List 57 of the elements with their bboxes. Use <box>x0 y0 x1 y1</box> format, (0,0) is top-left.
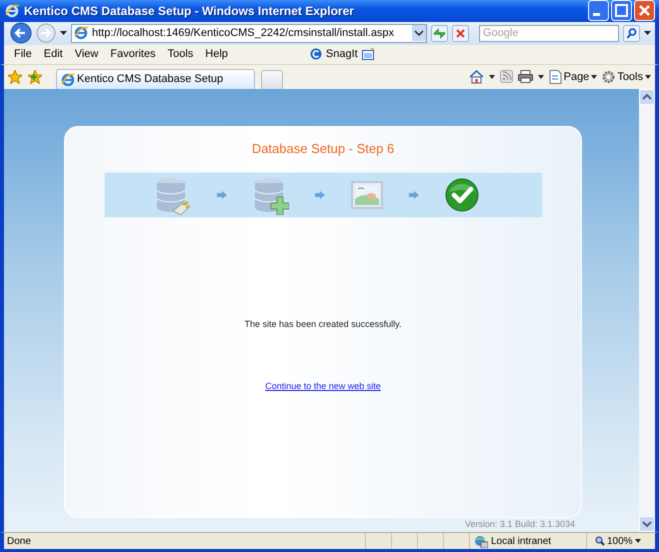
page-icon <box>548 70 562 84</box>
browser-logo-icon <box>5 2 20 19</box>
caret-icon[interactable] <box>488 74 495 79</box>
checkmark-icon <box>444 178 478 212</box>
continue-link[interactable]: Continue to the new web site <box>265 380 381 391</box>
command-button[interactable]: Tools <box>602 70 651 84</box>
close-button[interactable] <box>634 0 655 22</box>
capture-icon[interactable] <box>362 48 375 60</box>
menu-item[interactable]: View <box>68 48 104 60</box>
back-button[interactable] <box>10 22 32 44</box>
scroll-down-button[interactable] <box>639 516 655 532</box>
print-icon[interactable] <box>518 70 533 84</box>
page-icon <box>74 25 89 42</box>
stop-button[interactable] <box>452 24 469 42</box>
window-title: Kentico CMS Database Setup - Windows Internet Explorer <box>24 4 355 18</box>
caret-icon[interactable] <box>538 74 544 79</box>
arrow-icon <box>408 190 418 199</box>
search-field[interactable]: Google <box>479 24 619 42</box>
page-icon <box>61 72 74 86</box>
feed-icon[interactable] <box>500 70 513 84</box>
dropdown-button[interactable] <box>412 25 426 42</box>
caret-icon[interactable] <box>591 74 598 79</box>
menu-item[interactable]: File <box>8 48 38 60</box>
address-field[interactable]: http://localhost:1469/KenticoCMS_2242/cmsinstall/install.aspx <box>71 24 427 43</box>
caret-icon[interactable] <box>645 74 651 79</box>
zoom-icon <box>595 536 605 546</box>
success-message: The site has been created successfully. <box>244 318 402 329</box>
arrow-icon <box>216 190 226 199</box>
caret-icon[interactable] <box>60 31 67 36</box>
scrollbar[interactable] <box>639 88 655 532</box>
version-text: Version: 3.1 Build: 3.1.3034 <box>464 518 575 529</box>
page-title: Database Setup - Step 6 <box>252 140 394 158</box>
home-icon[interactable] <box>468 70 484 84</box>
refresh-button[interactable] <box>431 24 448 42</box>
command-button[interactable]: Page <box>548 70 598 84</box>
menu-item[interactable]: Help <box>199 48 234 60</box>
search-button[interactable] <box>623 24 640 42</box>
zone-label: Local intranet <box>491 536 552 546</box>
star-icon[interactable] <box>8 70 22 84</box>
menu-item[interactable]: Edit <box>38 48 69 60</box>
image-icon <box>350 180 382 209</box>
arrow-icon <box>314 190 324 199</box>
maximize-button[interactable] <box>611 0 632 22</box>
network-icon <box>474 534 488 548</box>
scroll-up-button[interactable] <box>639 88 655 105</box>
add-favorite-icon[interactable] <box>28 70 42 84</box>
caret-icon[interactable] <box>644 31 651 36</box>
status-text: Done <box>7 536 32 546</box>
menu-item[interactable]: Favorites <box>104 48 162 60</box>
browser-tab[interactable]: Kentico CMS Database Setup <box>56 68 255 89</box>
snagit-logo-icon <box>310 48 322 60</box>
menu-item[interactable]: Tools <box>162 48 200 60</box>
zoom-level[interactable]: 100% <box>607 536 633 546</box>
caret-icon[interactable] <box>634 539 641 543</box>
gear-icon <box>602 70 616 84</box>
snagit-button[interactable]: SnagIt <box>326 48 358 60</box>
minimize-button[interactable] <box>588 0 609 22</box>
